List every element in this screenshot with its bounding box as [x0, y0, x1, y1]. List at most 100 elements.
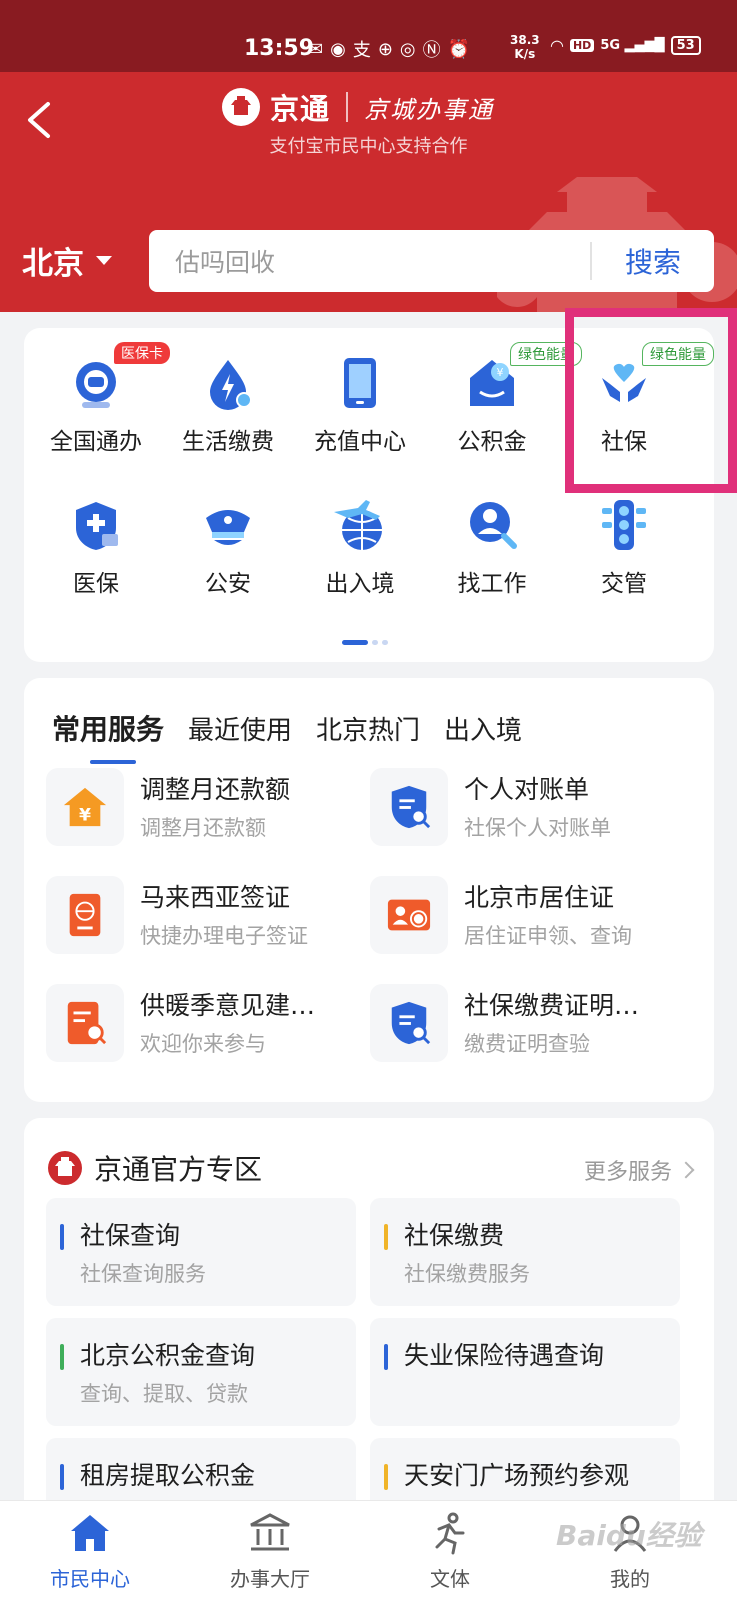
- grid-item[interactable]: 充值中心: [292, 356, 428, 456]
- service-title: 社保缴费证明…: [464, 991, 640, 1020]
- header-subtitle: 支付宝市民中心支持合作: [269, 136, 468, 157]
- network-speed: 38.3 K/s: [510, 33, 540, 61]
- search-button[interactable]: 搜索: [592, 241, 714, 281]
- logo-divider: [346, 92, 349, 122]
- grid-item[interactable]: ¥ 绿色能量 公积金: [424, 342, 582, 456]
- accent-bar: [60, 1464, 64, 1490]
- eye-icon: ◎: [399, 38, 416, 60]
- grid-item-label: 公安: [205, 571, 251, 597]
- city-selector[interactable]: 北京: [22, 238, 112, 283]
- accent-bar: [384, 1344, 388, 1370]
- battery-icon: 53: [670, 36, 701, 55]
- hd-badge: HD: [569, 39, 595, 52]
- service-desc: 调整月还款额: [140, 816, 266, 840]
- nav-citizen-center[interactable]: 市民中心: [20, 1511, 160, 1592]
- wechat-icon: ✉: [308, 38, 324, 60]
- service-item[interactable]: 社保缴费证明… 缴费证明查验: [370, 982, 690, 1062]
- zone-item[interactable]: 失业保险待遇查询: [370, 1318, 680, 1426]
- service-item[interactable]: 供暖季意见建… 欢迎你来参与: [46, 982, 366, 1062]
- highlight-box-social-security: [565, 308, 737, 493]
- water-bolt-icon: [200, 356, 256, 412]
- zone-item-title: 社保查询: [80, 1221, 181, 1250]
- wifi-icon: ◠: [550, 36, 564, 55]
- home-icon: [71, 1515, 109, 1551]
- zone-item[interactable]: 社保查询 社保查询服务: [46, 1198, 356, 1306]
- more-services-link[interactable]: 更多服务: [584, 1154, 695, 1186]
- page-dot-active: [342, 640, 368, 645]
- system-icons: ◠ HD 5G ▂▄▆█ 53: [550, 36, 701, 55]
- zone-item[interactable]: 北京公积金查询 查询、提取、贷款: [46, 1318, 356, 1426]
- zone-item-title: 天安门广场预约参观: [404, 1461, 630, 1490]
- grid-item-label: 出入境: [325, 571, 395, 597]
- service-item[interactable]: 北京市居住证 居住证申领、查询: [370, 874, 690, 954]
- globe-service-icon: 医保卡: [68, 342, 170, 412]
- grid-item[interactable]: 交管: [556, 498, 692, 598]
- accent-bar: [384, 1224, 388, 1250]
- police-cap-icon: [200, 498, 256, 554]
- phone-icon: [332, 356, 388, 412]
- zone-item-title: 租房提取公积金: [80, 1461, 256, 1490]
- job-search-icon: [464, 498, 520, 554]
- official-zone-card: 京通官方专区 更多服务 社保查询 社保查询服务 社保缴费 社保缴费服务 北京公积金查询查…: [24, 1118, 714, 1546]
- grid-item-label: 找工作: [457, 571, 527, 597]
- watermark: Baidu经验: [556, 1519, 702, 1552]
- search-bar[interactable]: 估吗回收 搜索: [149, 230, 714, 292]
- alipay-icon: 支: [352, 40, 371, 61]
- service-desc: 缴费证明查验: [464, 1032, 590, 1056]
- tab-entry-exit[interactable]: 出入境: [444, 710, 522, 747]
- nav-culture-sports[interactable]: 文体: [380, 1511, 520, 1592]
- brand-name: 京通: [270, 92, 331, 126]
- grid-item[interactable]: 生活缴费: [160, 356, 296, 456]
- zone-item-title: 北京公积金查询: [80, 1341, 256, 1370]
- app-logo: 京通 京城办事通: [222, 86, 494, 128]
- page-indicator: [342, 640, 388, 645]
- chevron-right-icon: [677, 1161, 695, 1179]
- doc-search-icon: [370, 768, 448, 846]
- plane-globe-icon: [332, 498, 388, 554]
- grid-item[interactable]: 公安: [160, 498, 296, 598]
- house-yuan-icon: ¥: [46, 768, 124, 846]
- tab-common-services[interactable]: 常用服务: [52, 708, 164, 764]
- status-time: 13:59: [244, 36, 315, 61]
- zone-item-title: 社保缴费: [404, 1221, 505, 1250]
- service-desc: 社保个人对账单: [464, 816, 611, 840]
- service-title: 马来西亚签证: [140, 883, 291, 912]
- svg-text:¥: ¥: [497, 366, 504, 379]
- search-input[interactable]: 估吗回收: [149, 243, 590, 279]
- tab-beijing-hot[interactable]: 北京热门: [316, 710, 420, 747]
- house-fund-icon: ¥ 绿色能量: [464, 342, 582, 412]
- service-title: 个人对账单: [464, 775, 590, 804]
- zone-header: 京通官方专区: [48, 1148, 262, 1188]
- grid-item[interactable]: 找工作: [424, 498, 560, 598]
- brand-subtitle: 京城办事通: [364, 95, 495, 124]
- notification-icons: ✉ ◉ 支 ⊕ ◎ Ⓝ ⏰: [308, 36, 470, 62]
- medical-shield-icon: [68, 498, 124, 554]
- header: 京通 京城办事通 支付宝市民中心支持合作 北京 估吗回收 搜索: [0, 72, 737, 312]
- service-item[interactable]: ¥ 调整月还款额 调整月还款额: [46, 766, 366, 846]
- passport-icon: [46, 876, 124, 954]
- jingtong-logo-icon: [222, 88, 260, 126]
- service-title: 供暖季意见建…: [140, 991, 316, 1020]
- service-desc: 快捷办理电子签证: [140, 924, 308, 948]
- common-services-card: 常用服务 最近使用 北京热门 出入境 ¥ 调整月还款额 调整月还款额 个人对账单 社保个…: [24, 678, 714, 1102]
- grid-item[interactable]: 医保卡 全国通办: [28, 342, 170, 456]
- nav-service-hall[interactable]: 办事大厅: [200, 1511, 340, 1592]
- page-dot: [372, 640, 378, 645]
- grid-item[interactable]: 出入境: [292, 498, 428, 598]
- id-card-icon: [370, 876, 448, 954]
- tab-recent[interactable]: 最近使用: [188, 710, 292, 747]
- grid-item[interactable]: 医保: [28, 498, 164, 598]
- app-icon: ◉: [330, 38, 346, 60]
- alarm-icon: ⏰: [447, 38, 471, 60]
- grid-item-label: 交管: [601, 571, 647, 597]
- service-title: 调整月还款额: [140, 775, 291, 804]
- service-desc: 欢迎你来参与: [140, 1032, 266, 1056]
- service-item[interactable]: 个人对账单社保个人对账单: [370, 766, 690, 846]
- zone-item-title: 失业保险待遇查询: [404, 1341, 605, 1370]
- zone-item[interactable]: 社保缴费 社保缴费服务: [370, 1198, 680, 1306]
- hall-building-icon: [250, 1513, 290, 1551]
- jingtong-logo-icon: [48, 1151, 82, 1185]
- status-bar: 13:59 ✉ ◉ 支 ⊕ ◎ Ⓝ ⏰ 38.3 K/s ◠ HD 5G ▂▄▆…: [0, 0, 737, 72]
- accent-bar: [60, 1344, 64, 1370]
- service-item[interactable]: 马来西亚签证快捷办理电子签证: [46, 874, 366, 954]
